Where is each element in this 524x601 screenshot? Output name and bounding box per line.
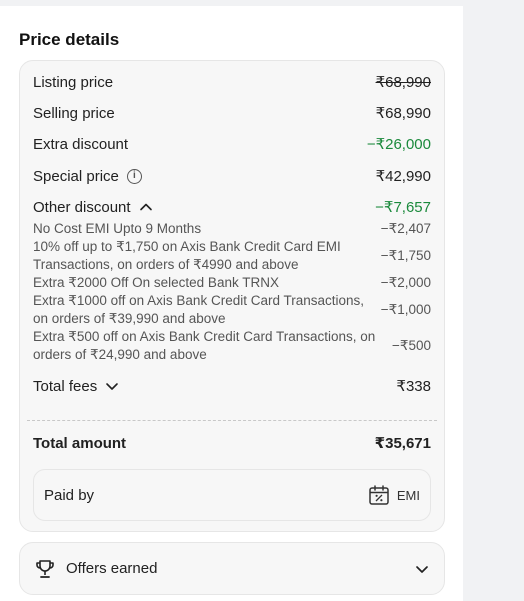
total-fees-row[interactable]: Total fees ₹338 [33, 377, 431, 396]
paid-by-label: Paid by [44, 486, 95, 504]
dashed-divider [27, 420, 437, 421]
discount-item-amount: −₹2,407 [380, 221, 431, 236]
discount-item-text: 10% off up to ₹1,750 on Axis Bank Credit… [33, 239, 341, 272]
discount-item: Extra ₹2000 Off On selected Bank TRNX −₹… [33, 274, 431, 292]
listing-price-value: ₹68,990 [375, 74, 431, 91]
total-amount-row: Total amount ₹35,671 [33, 434, 431, 453]
offers-earned-label: Offers earned [66, 560, 158, 577]
listing-price-row: Listing price ₹68,990 [33, 73, 431, 92]
paid-by-method: EMI [368, 484, 420, 506]
special-price-label-group: Special price i [33, 168, 142, 185]
discount-item-text: Extra ₹1000 off on Axis Bank Credit Card… [33, 293, 365, 326]
chevron-down-icon[interactable] [105, 379, 119, 393]
total-amount-value: ₹35,671 [374, 435, 431, 452]
selling-price-value: ₹68,990 [375, 105, 431, 122]
offers-earned-accordion[interactable]: Offers earned [19, 542, 445, 595]
paid-by-box: Paid by EMI [33, 469, 431, 521]
discount-item-amount: −₹2,000 [380, 275, 431, 290]
other-discount-label: Other discount [33, 198, 131, 216]
discount-item-amount: −₹500 [392, 338, 431, 353]
discount-item: Extra ₹500 off on Axis Bank Credit Card … [33, 328, 431, 364]
listing-price-label: Listing price [33, 73, 114, 91]
selling-price-label: Selling price [33, 104, 115, 122]
price-details-panel: Price details Listing price ₹68,990 Sell… [0, 6, 463, 601]
total-fees-value: ₹338 [396, 378, 431, 395]
total-amount-label: Total amount [33, 434, 127, 452]
calendar-percent-icon [369, 485, 389, 505]
discount-item-amount: −₹1,750 [380, 248, 431, 263]
discount-item: Extra ₹1000 off on Axis Bank Credit Card… [33, 292, 431, 328]
discount-item-text: No Cost EMI Upto 9 Months [33, 221, 202, 236]
discount-item-text: Extra ₹500 off on Axis Bank Credit Card … [33, 329, 376, 362]
extra-discount-label: Extra discount [33, 135, 129, 153]
special-price-value: ₹42,990 [375, 168, 431, 185]
paid-by-method-label: EMI [396, 487, 420, 503]
chevron-down-icon[interactable] [414, 561, 430, 577]
extra-discount-row: Extra discount −₹26,000 [33, 135, 431, 154]
chevron-up-icon[interactable] [139, 200, 153, 214]
page-title: Price details [19, 30, 120, 49]
other-discount-row[interactable]: Other discount −₹7,657 [33, 198, 431, 217]
other-discount-toggle[interactable]: Other discount [33, 199, 153, 216]
price-breakdown-card: Listing price ₹68,990 Selling price ₹68,… [19, 60, 445, 532]
discount-item: No Cost EMI Upto 9 Months −₹2,407 [33, 220, 431, 238]
offers-earned-header: Offers earned [34, 558, 157, 580]
discount-item: 10% off up to ₹1,750 on Axis Bank Credit… [33, 238, 431, 274]
extra-discount-value: −₹26,000 [366, 136, 431, 153]
special-price-label: Special price [33, 167, 119, 185]
total-fees-label: Total fees [33, 377, 98, 395]
discount-item-amount: −₹1,000 [380, 302, 431, 317]
total-fees-toggle[interactable]: Total fees [33, 378, 119, 395]
special-price-row: Special price i ₹42,990 [33, 167, 431, 186]
trophy-icon [36, 559, 54, 578]
info-icon[interactable]: i [126, 168, 142, 184]
selling-price-row: Selling price ₹68,990 [33, 104, 431, 123]
discount-item-text: Extra ₹2000 Off On selected Bank TRNX [33, 275, 279, 290]
other-discount-value: −₹7,657 [375, 199, 431, 216]
